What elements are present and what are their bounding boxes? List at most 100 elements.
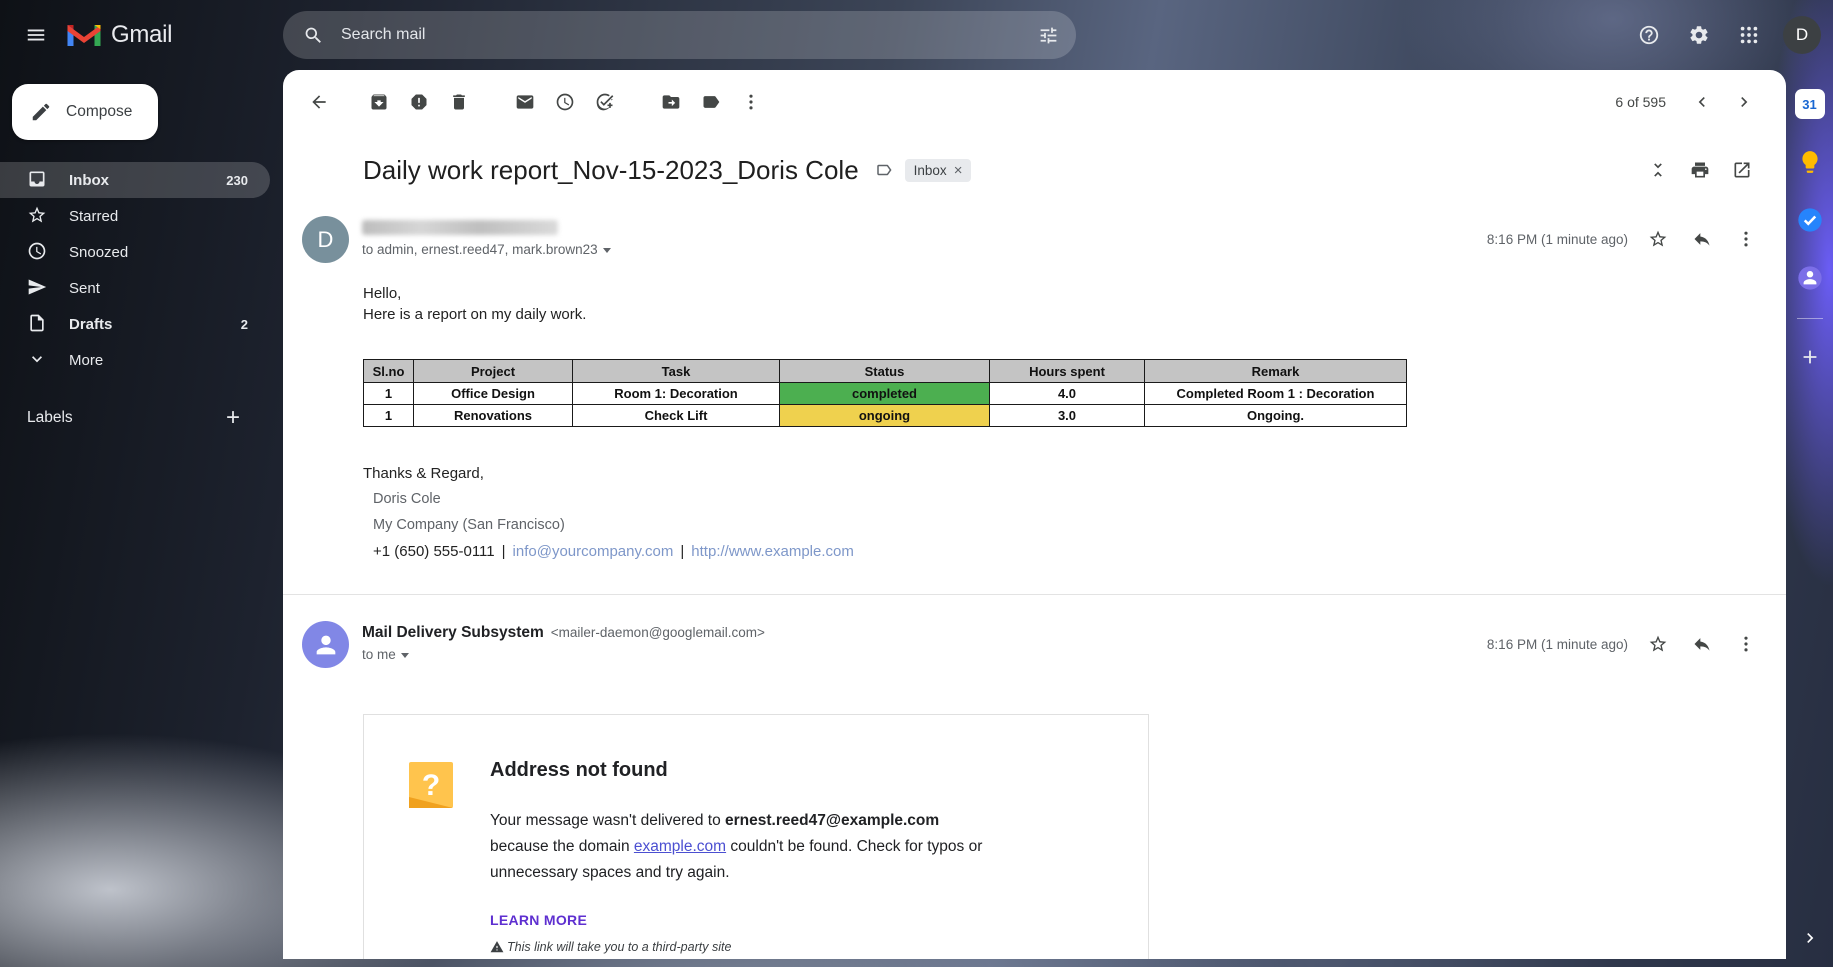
labels-section: Labels + bbox=[0, 406, 270, 430]
bounce-content: Address not found Your message wasn't de… bbox=[490, 759, 998, 954]
domain-link[interactable]: example.com bbox=[634, 838, 726, 855]
work-report-table: Sl.no Project Task Status Hours spent Re… bbox=[363, 359, 1407, 427]
search-filters-icon[interactable] bbox=[1026, 13, 1070, 57]
inbox-label-chip[interactable]: Inbox × bbox=[905, 159, 972, 182]
search-icon[interactable] bbox=[291, 13, 335, 57]
compose-button[interactable]: Compose bbox=[12, 84, 158, 140]
print-icon[interactable] bbox=[1680, 150, 1720, 190]
sidebar-item-more[interactable]: More bbox=[0, 342, 270, 378]
message-2: Mail Delivery Subsystem <mailer-daemon@g… bbox=[283, 595, 1786, 959]
signature: Thanks & Regard, Doris Cole My Company (… bbox=[363, 463, 1762, 594]
sender-email-redacted bbox=[362, 220, 558, 235]
report-spam-icon[interactable] bbox=[399, 82, 439, 122]
cell-hours: 4.0 bbox=[990, 383, 1145, 405]
message-header: D to admin, ernest.reed47, mark.brown23 … bbox=[283, 190, 1786, 263]
sender-meta: to admin, ernest.reed47, mark.brown23 bbox=[362, 216, 611, 257]
profile-avatar[interactable]: D bbox=[1783, 16, 1821, 54]
gmail-wordmark: Gmail bbox=[111, 21, 172, 49]
labels-header: Labels bbox=[27, 409, 73, 427]
sidebar-item-count: 2 bbox=[241, 317, 248, 332]
message-header: Mail Delivery Subsystem <mailer-daemon@g… bbox=[283, 595, 1786, 668]
search-bar[interactable] bbox=[283, 11, 1076, 59]
message-actions: 8:16 PM (1 minute ago) bbox=[1487, 621, 1766, 664]
sidebar-item-label: More bbox=[69, 352, 248, 369]
sidebar-item-inbox[interactable]: Inbox 230 bbox=[0, 162, 270, 198]
label-outline-icon[interactable] bbox=[875, 161, 893, 179]
show-side-panel-icon[interactable] bbox=[1800, 928, 1820, 951]
get-addons-icon[interactable] bbox=[1792, 339, 1828, 375]
sidebar-item-drafts[interactable]: Drafts 2 bbox=[0, 306, 270, 342]
add-to-tasks-icon[interactable] bbox=[585, 82, 625, 122]
search-input[interactable] bbox=[335, 26, 1026, 44]
message-toolbar: 6 of 595 bbox=[283, 70, 1786, 128]
message-more-icon[interactable] bbox=[1726, 624, 1766, 664]
sender-name[interactable]: Mail Delivery Subsystem bbox=[362, 624, 544, 642]
contacts-icon[interactable] bbox=[1792, 260, 1828, 296]
message-body: Hello, Here is a report on my daily work… bbox=[283, 263, 1786, 594]
reply-icon[interactable] bbox=[1682, 624, 1722, 664]
create-label-icon[interactable]: + bbox=[226, 406, 240, 430]
older-chevron-icon[interactable] bbox=[1724, 82, 1764, 122]
separator: | bbox=[502, 541, 506, 562]
reply-icon[interactable] bbox=[1682, 219, 1722, 259]
message-more-icon[interactable] bbox=[1726, 219, 1766, 259]
collapse-all-icon[interactable] bbox=[1638, 150, 1678, 190]
keep-icon[interactable] bbox=[1792, 144, 1828, 180]
recipients-toggle[interactable]: to me bbox=[362, 647, 765, 662]
recipients-toggle[interactable]: to admin, ernest.reed47, mark.brown23 bbox=[362, 242, 611, 257]
signature-closing: Thanks & Regard, bbox=[363, 463, 1762, 484]
star-message-icon[interactable] bbox=[1638, 219, 1678, 259]
archive-icon[interactable] bbox=[359, 82, 399, 122]
sender-avatar[interactable]: D bbox=[302, 216, 349, 263]
toolbar-pagination: 6 of 595 bbox=[1615, 82, 1764, 122]
star-message-icon[interactable] bbox=[1638, 624, 1678, 664]
delete-icon[interactable] bbox=[439, 82, 479, 122]
help-icon[interactable] bbox=[1627, 13, 1671, 57]
side-panel: 31 bbox=[1786, 70, 1833, 967]
label-tag-icon[interactable] bbox=[691, 82, 731, 122]
clock-icon bbox=[27, 241, 49, 263]
bounce-text: Your message wasn't delivered to ernest.… bbox=[490, 808, 998, 886]
table-row: 1 Renovations Check Lift ongoing 3.0 Ong… bbox=[364, 405, 1407, 427]
message-body: ? Address not found Your message wasn't … bbox=[283, 668, 1786, 959]
learn-more-link[interactable]: LEARN MORE bbox=[490, 912, 587, 928]
bounce-notice-card: ? Address not found Your message wasn't … bbox=[363, 714, 1149, 959]
cell-status: ongoing bbox=[780, 405, 990, 427]
remove-label-icon[interactable]: × bbox=[954, 162, 963, 179]
sidebar-item-starred[interactable]: Starred bbox=[0, 198, 270, 234]
gmail-logo[interactable]: Gmail bbox=[66, 21, 172, 49]
col-project: Project bbox=[414, 360, 573, 383]
cell-status: completed bbox=[780, 383, 990, 405]
sidebar-item-label: Drafts bbox=[69, 316, 241, 333]
person-icon bbox=[312, 631, 340, 659]
back-icon[interactable] bbox=[299, 82, 339, 122]
cell-project: Renovations bbox=[414, 405, 573, 427]
greeting-text: Hello, bbox=[363, 283, 1762, 304]
tasks-icon[interactable] bbox=[1792, 202, 1828, 238]
mailer-daemon-avatar[interactable] bbox=[302, 621, 349, 668]
timestamp: 8:16 PM (1 minute ago) bbox=[1487, 637, 1628, 652]
mark-unread-icon[interactable] bbox=[505, 82, 545, 122]
recipients-text: to me bbox=[362, 647, 396, 662]
subject-title: Daily work report_Nov-15-2023_Doris Cole bbox=[363, 155, 859, 186]
open-in-new-icon[interactable] bbox=[1722, 150, 1762, 190]
settings-gear-icon[interactable] bbox=[1677, 13, 1721, 57]
sidebar-item-snoozed[interactable]: Snoozed bbox=[0, 234, 270, 270]
col-task: Task bbox=[573, 360, 780, 383]
sidebar-item-sent[interactable]: Sent bbox=[0, 270, 270, 306]
main-menu-icon[interactable] bbox=[14, 13, 58, 57]
chevron-down-icon bbox=[27, 349, 49, 371]
newer-chevron-icon[interactable] bbox=[1682, 82, 1722, 122]
signature-website-link[interactable]: http://www.example.com bbox=[691, 541, 854, 562]
pagination-count: 6 of 595 bbox=[1615, 94, 1666, 110]
col-remark: Remark bbox=[1145, 360, 1407, 383]
snooze-icon[interactable] bbox=[545, 82, 585, 122]
signature-email-link[interactable]: info@yourcompany.com bbox=[513, 541, 674, 562]
calendar-icon[interactable]: 31 bbox=[1792, 86, 1828, 122]
more-options-icon[interactable] bbox=[731, 82, 771, 122]
top-bar: Gmail D bbox=[0, 0, 1833, 70]
separator: | bbox=[680, 541, 684, 562]
mail-view: 6 of 595 Daily work report_Nov-15-2023_D… bbox=[283, 70, 1786, 959]
move-to-folder-icon[interactable] bbox=[651, 82, 691, 122]
google-apps-icon[interactable] bbox=[1727, 13, 1771, 57]
